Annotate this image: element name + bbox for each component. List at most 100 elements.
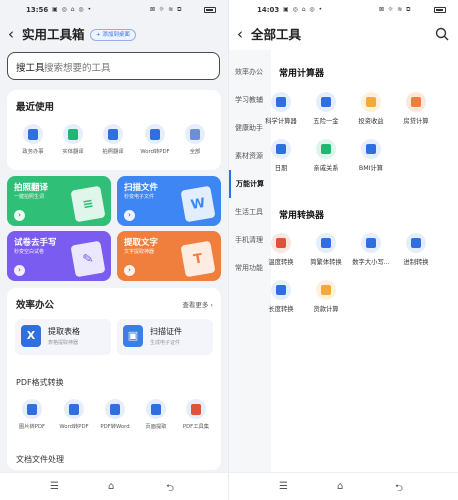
recent-label: 全部: [189, 149, 201, 155]
recent-item[interactable]: 政务办事: [11, 124, 55, 155]
status-icons: ▣ ◎ ⌂ ◎ •: [283, 6, 324, 13]
recent-item[interactable]: 拍照翻译: [91, 124, 135, 155]
pdf-item[interactable]: 页面提取: [134, 399, 178, 430]
tool-glyph: [366, 97, 376, 107]
tool-label: 科学计算器: [265, 118, 297, 125]
tool-item[interactable]: 进制转换: [393, 233, 439, 266]
recent-item[interactable]: 实体翻译: [51, 124, 95, 155]
sidebar-item[interactable]: 生活工具: [229, 198, 269, 226]
id-card-icon: ▣: [123, 325, 143, 347]
tile-remove-handwriting[interactable]: 试卷去手写 秒变空白试卷 › ✎: [7, 231, 111, 281]
calc-section-title: 常用计算器: [279, 69, 325, 79]
sidebar-item[interactable]: 万能计算: [229, 170, 269, 198]
word-doc-icon: W: [180, 185, 216, 223]
tool-icon: [361, 139, 381, 159]
tool-item[interactable]: 温度转换: [258, 233, 304, 266]
recent-glyph-2: [68, 128, 78, 140]
tool-item[interactable]: 货款计算: [303, 280, 349, 313]
tool-item[interactable]: 房贷计算: [393, 92, 439, 125]
tool-glyph: [366, 238, 376, 248]
menu-icon[interactable]: ☰: [50, 481, 59, 492]
back-nav-icon[interactable]: ⮌: [166, 481, 174, 498]
recent-label: 实体翻译: [62, 149, 84, 155]
tool-item[interactable]: 亲戚关系: [303, 139, 349, 172]
tool-item[interactable]: 科学计算器: [258, 92, 304, 125]
tool-glyph: [321, 238, 331, 248]
tile-extract-text[interactable]: 提取文字 文字提取神器 › T: [117, 231, 221, 281]
tool-glyph: [321, 144, 331, 154]
battery-icon: [204, 7, 216, 13]
view-more-link[interactable]: 查看更多 ›: [182, 299, 213, 309]
tool-item[interactable]: 投资收益: [348, 92, 394, 125]
pdf-item[interactable]: Word转PDF: [52, 399, 96, 430]
tile-photo-translate[interactable]: 拍照翻译 一键拍照生词 › ≡: [7, 176, 111, 226]
search-keyword: 搜工具: [16, 63, 45, 74]
word-pdf-icon: [64, 399, 84, 419]
pdf-word-icon: [105, 399, 125, 419]
tool-glyph: [321, 285, 331, 295]
status-time: 14:03: [257, 6, 280, 14]
recent-label: Word转PDF: [140, 149, 170, 155]
tile-subtitle: 一键拍照生词: [14, 194, 45, 200]
right-screen: 14:03 ▣ ◎ ⌂ ◎ • ⊠ ☼ ≋ ⧉ ‹ 全部工具 效率办公 学习教辅健…: [229, 0, 458, 500]
add-to-desktop-button[interactable]: + 添加到桌面: [90, 29, 136, 41]
back-icon[interactable]: ‹: [237, 24, 243, 44]
tile-title: 提取文字: [124, 238, 159, 248]
back-icon[interactable]: ‹: [8, 24, 14, 44]
tool-item[interactable]: 日期: [258, 139, 304, 172]
tile-scan-file[interactable]: 扫描文件 秒变电子文件 › W: [117, 176, 221, 226]
pdf-label: PDF转Word: [100, 424, 130, 430]
home-icon[interactable]: ⌂: [108, 481, 114, 492]
tool-item[interactable]: 长度转换: [258, 280, 304, 313]
pdf-label: PDF工具集: [182, 424, 210, 430]
eff-title: 扫描证件: [150, 327, 182, 336]
scan-id-button[interactable]: ▣ 扫描证件 生成电子证件: [117, 319, 213, 355]
recent-glyph-3: [108, 128, 118, 140]
efficiency-card: 效率办公 查看更多 › X 提取表格 表格提取神器 ▣ 扫描证件 生成电子证件 …: [7, 288, 221, 470]
tool-item[interactable]: BMI计算: [348, 139, 394, 172]
tool-item[interactable]: 简繁体转换: [303, 233, 349, 266]
tool-glyph: [276, 144, 286, 154]
nav-bar: ☰ ⌂ ⮌: [0, 472, 228, 500]
tool-item[interactable]: 五险一金: [303, 92, 349, 125]
recent-glyph-4: [150, 128, 160, 140]
eff-subtitle: 生成电子证件: [150, 340, 181, 346]
search-placeholder: 搜索想要的工具: [44, 63, 111, 74]
home-icon[interactable]: ⌂: [337, 481, 343, 492]
pdf-item[interactable]: PDF工具集: [174, 399, 218, 430]
tool-item[interactable]: 数字大小写...: [348, 233, 394, 266]
tool-icon: [316, 92, 336, 112]
tile-title: 试卷去手写: [14, 238, 57, 248]
search-icon[interactable]: [435, 27, 449, 41]
pdf-glyph-1: [27, 403, 37, 415]
left-screen: 13:56 ▣ ◎ ⌂ ◎ • ⊠ ☼ ≋ ⧉ ‹ 实用工具箱 + 添加到桌面 …: [0, 0, 228, 500]
grid-icon: [185, 124, 205, 144]
pdf-section-title: PDF格式转换: [16, 378, 64, 387]
tool-glyph: [411, 97, 421, 107]
tool-icon: [271, 139, 291, 159]
tool-icon: [316, 280, 336, 300]
pdf-label: 图片转PDF: [18, 424, 46, 430]
sidebar-item[interactable]: 效率办公: [229, 58, 269, 86]
header: ‹ 全部工具: [229, 22, 458, 48]
tool-glyph: [276, 238, 286, 248]
extract-table-button[interactable]: X 提取表格 表格提取神器: [15, 319, 111, 355]
gov-icon: [23, 124, 43, 144]
menu-icon[interactable]: ☰: [279, 481, 288, 492]
recent-item[interactable]: 全部: [173, 124, 217, 155]
recent-item[interactable]: Word转PDF: [133, 124, 177, 155]
tool-icon: [406, 233, 426, 253]
tool-label: 长度转换: [268, 306, 294, 313]
pdf-tools-icon: [186, 399, 206, 419]
pdf-item[interactable]: PDF转Word: [93, 399, 137, 430]
tool-glyph: [366, 144, 376, 154]
word-icon: [145, 124, 165, 144]
back-nav-icon[interactable]: ⮌: [395, 481, 403, 498]
tool-label: 日期: [274, 165, 288, 172]
search-box[interactable]: 搜工具 搜索想要的工具: [7, 52, 220, 80]
tool-icon: [316, 139, 336, 159]
pdf-item[interactable]: 图片转PDF: [10, 399, 54, 430]
efficiency-title: 效率办公: [16, 300, 55, 311]
pdf-label: 页面提取: [145, 424, 167, 430]
pdf-glyph-3: [110, 403, 120, 415]
